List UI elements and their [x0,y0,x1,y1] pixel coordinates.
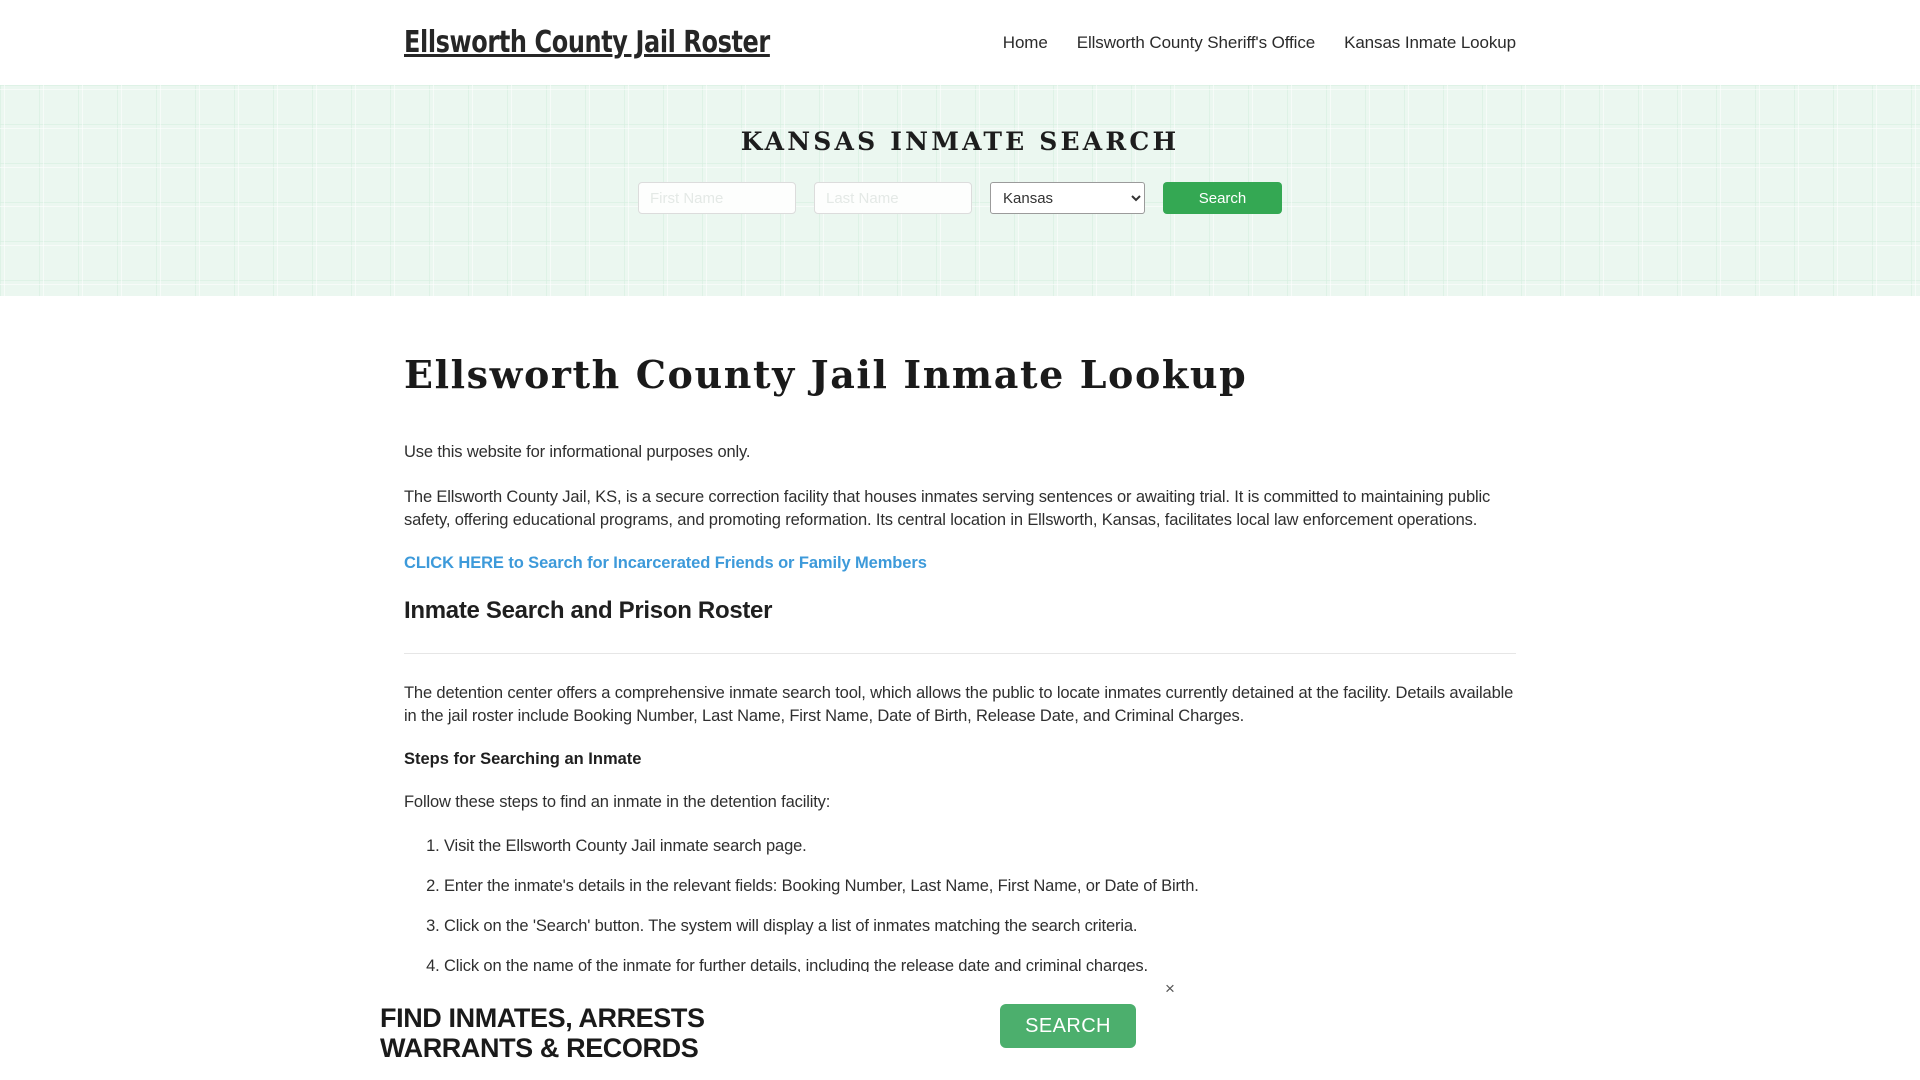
hero-search-section: KANSAS INMATE SEARCH Kansas Search [0,85,1920,296]
ad-search-button[interactable]: SEARCH [1000,1004,1136,1048]
page-title: Ellsworth County Jail Inmate Lookup [404,352,1248,397]
roster-paragraph: The detention center offers a comprehens… [404,683,1514,726]
state-select[interactable]: Kansas [990,182,1145,214]
main-navigation: Home Ellsworth County Sheriff's Office K… [1003,33,1516,53]
ad-headline-line1: FIND INMATES, ARRESTS [380,1003,705,1033]
nav-item-kansas-inmate-lookup[interactable]: Kansas Inmate Lookup [1344,33,1516,53]
steps-intro: Follow these steps to find an inmate in … [404,792,831,811]
site-title[interactable]: Ellsworth County Jail Roster [404,25,770,60]
description-paragraph: The Ellsworth County Jail, KS, is a secu… [404,487,1491,530]
ad-headline: FIND INMATES, ARRESTS WARRANTS & RECORDS [380,989,705,1063]
first-name-input[interactable] [638,182,796,214]
section-heading-roster: Inmate Search and Prison Roster [404,596,773,624]
inmate-search-form: Kansas Search [0,182,1920,214]
search-button[interactable]: Search [1163,182,1282,214]
hero-title: KANSAS INMATE SEARCH [740,127,1180,156]
steps-heading: Steps for Searching an Inmate [404,749,642,768]
ad-overlay: FIND INMATES, ARRESTS WARRANTS & RECORDS… [0,972,1920,1080]
list-item: Click on the 'Search' button. The system… [444,915,1516,938]
ad-headline-line2: WARRANTS & RECORDS [380,1033,699,1063]
list-item: Visit the Ellsworth County Jail inmate s… [444,835,1516,858]
header-inner: Ellsworth County Jail Roster Home Ellswo… [404,25,1516,60]
close-icon[interactable]: × [1165,980,1175,997]
main-content: Ellsworth County Jail Inmate Lookup Use … [404,296,1516,1080]
nav-item-home[interactable]: Home [1003,33,1048,53]
site-header: Ellsworth County Jail Roster Home Ellswo… [0,0,1920,85]
intro-paragraph: Use this website for informational purpo… [404,443,751,461]
section-divider [404,652,1516,654]
last-name-input[interactable] [814,182,972,214]
ad-overlay-inner: FIND INMATES, ARRESTS WARRANTS & RECORDS… [370,972,1550,1080]
nav-item-sheriffs-office[interactable]: Ellsworth County Sheriff's Office [1077,33,1315,53]
list-item: Enter the inmate's details in the releva… [444,875,1516,898]
steps-list: Visit the Ellsworth County Jail inmate s… [404,835,1516,978]
cta-search-link[interactable]: CLICK HERE to Search for Incarcerated Fr… [404,554,1516,573]
